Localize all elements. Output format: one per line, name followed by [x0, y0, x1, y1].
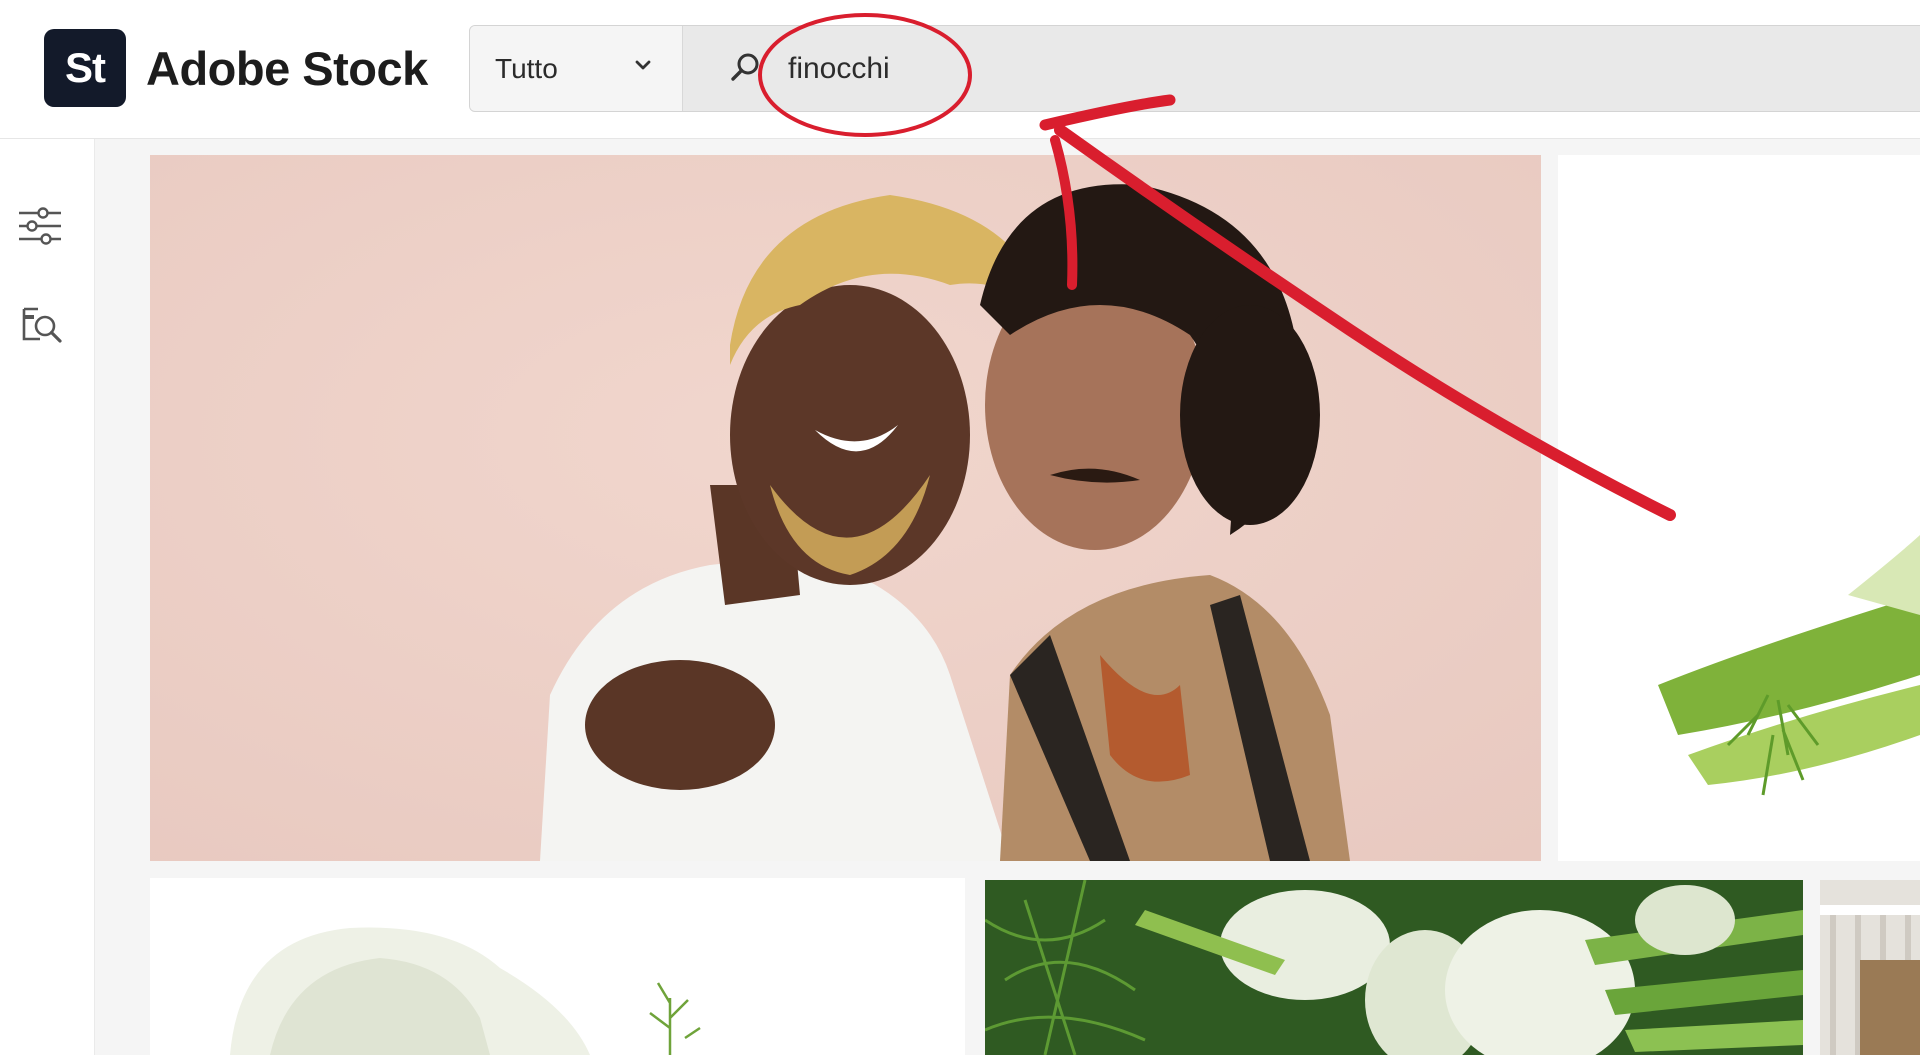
fennel-stalk-photo — [1558, 155, 1920, 861]
left-rail — [0, 139, 95, 1055]
fennel-bulb-photo — [150, 878, 965, 1055]
search-scope-dropdown[interactable]: Tutto — [470, 26, 683, 111]
image-search-icon[interactable] — [18, 299, 66, 347]
search-icon[interactable] — [726, 48, 766, 88]
result-image[interactable] — [150, 155, 1541, 861]
sliders-icon[interactable] — [16, 202, 64, 250]
top-bar: St Adobe Stock Tutto finocchi — [0, 0, 1920, 139]
result-image[interactable] — [1558, 155, 1920, 861]
result-image[interactable] — [985, 880, 1803, 1055]
portrait-photo — [150, 155, 1541, 861]
balcony-photo — [1820, 880, 1920, 1055]
search-input[interactable]: finocchi — [788, 26, 890, 111]
chevron-down-icon — [635, 60, 651, 70]
result-image[interactable] — [1820, 880, 1920, 1055]
brand-name[interactable]: Adobe Stock — [146, 40, 428, 98]
search-bar: Tutto finocchi — [469, 25, 1920, 112]
logo-text: St — [65, 44, 106, 91]
fennel-bulbs-photo — [985, 880, 1803, 1055]
result-image[interactable] — [150, 878, 965, 1055]
search-scope-value: Tutto — [495, 53, 558, 84]
adobe-stock-logo[interactable]: St — [44, 29, 126, 107]
